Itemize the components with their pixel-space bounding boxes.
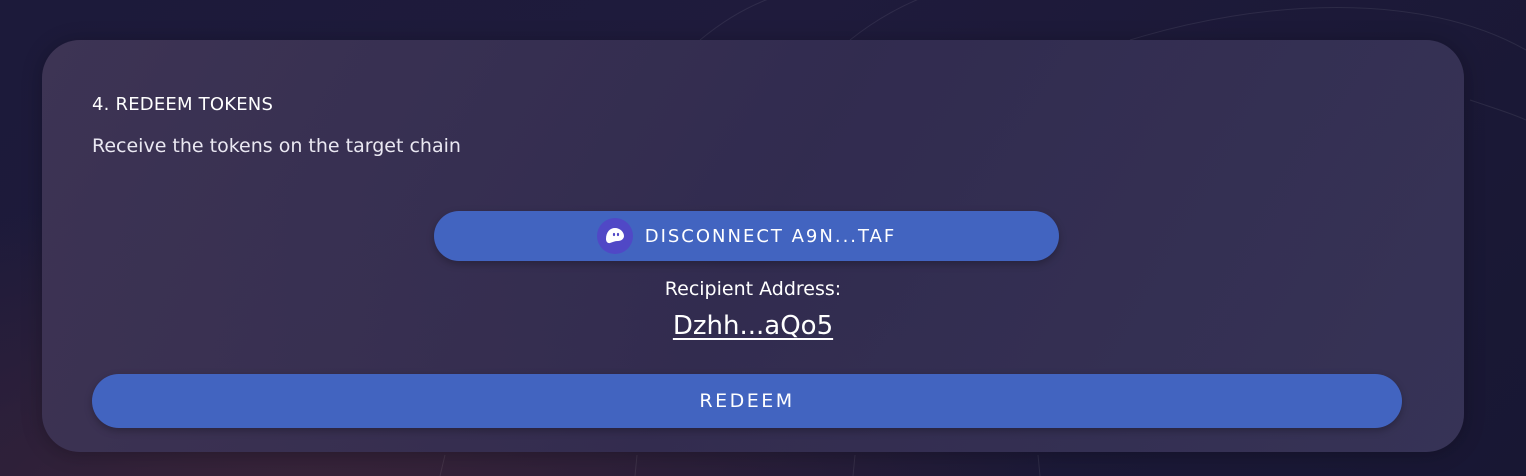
disconnect-wallet-button[interactable]: DISCONNECT A9N...TAF: [434, 211, 1059, 261]
recipient-address: Dzhh...aQo5: [42, 311, 1464, 341]
redeem-step-card: 4. REDEEM TOKENS Receive the tokens on t…: [42, 40, 1464, 452]
wallet-button-label: DISCONNECT A9N...TAF: [644, 225, 897, 247]
recipient-address-label: Recipient Address:: [664, 278, 842, 300]
step-description: Receive the tokens on the target chain: [92, 135, 461, 157]
step-title: 4. REDEEM TOKENS: [92, 94, 274, 115]
phantom-ghost-icon: [596, 218, 633, 254]
redeem-button[interactable]: REDEEM: [92, 374, 1402, 428]
recipient-address-link[interactable]: Dzhh...aQo5: [673, 311, 833, 341]
